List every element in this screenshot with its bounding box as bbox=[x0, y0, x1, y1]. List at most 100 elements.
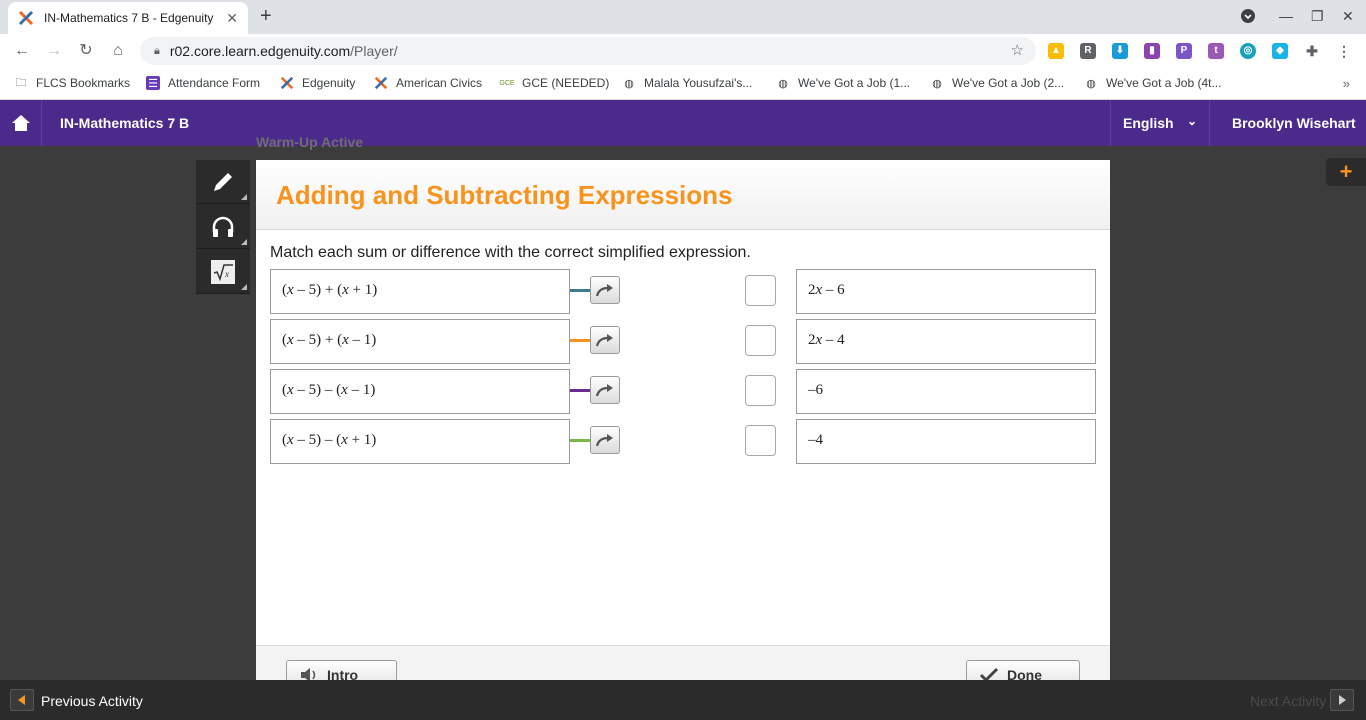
extension-circle-icon[interactable]: ◎ bbox=[1240, 43, 1256, 59]
drop-target-4[interactable] bbox=[745, 425, 776, 456]
browser-tab[interactable]: IN-Mathematics 7 B - Edgenuity ✕ bbox=[8, 2, 248, 34]
bookmark-item[interactable]: GCE GCE (NEEDED) bbox=[499, 76, 609, 90]
drop-target-2[interactable] bbox=[745, 325, 776, 356]
bookmark-item[interactable]: ◍ Malala Yousufzai's... bbox=[622, 76, 752, 90]
bookmark-item[interactable]: 🗀︎ FLCS Bookmarks bbox=[14, 76, 131, 90]
home-icon[interactable]: ⌂ bbox=[108, 41, 128, 61]
curved-arrow-icon bbox=[595, 334, 613, 347]
menu-icon[interactable]: ⋮ bbox=[1336, 43, 1352, 59]
extension-bookmark-icon[interactable]: ⬇ bbox=[1112, 43, 1128, 59]
connector-line bbox=[570, 339, 590, 342]
svg-text:x: x bbox=[224, 269, 229, 279]
gce-icon: GCE bbox=[499, 79, 515, 87]
close-window-icon[interactable]: ✕ bbox=[1342, 8, 1354, 24]
forward-icon[interactable]: → bbox=[44, 41, 64, 61]
extension-r-icon[interactable]: R bbox=[1080, 43, 1096, 59]
activity-nav-bar: Previous Activity Next Activity bbox=[0, 680, 1366, 720]
left-expression-4: (x – 5) – (x + 1) bbox=[270, 419, 570, 464]
chevron-down-icon: ⌄ bbox=[1186, 114, 1197, 128]
folder-icon: 🗀︎ bbox=[15, 76, 27, 89]
bookmark-item[interactable]: ◍ We've Got a Job (2... bbox=[930, 76, 1064, 90]
extension-diamond-icon[interactable]: ◆ bbox=[1272, 43, 1288, 59]
lock-icon: 🔒︎ bbox=[154, 44, 160, 57]
language-select[interactable]: English ⌄ bbox=[1110, 100, 1210, 146]
drop-target-3[interactable] bbox=[745, 375, 776, 406]
connector-line bbox=[570, 439, 590, 442]
pencil-icon bbox=[214, 172, 232, 191]
extension-pdf-icon[interactable]: P bbox=[1176, 43, 1192, 59]
arrow-right-icon bbox=[1339, 695, 1346, 705]
tab-title: IN-Mathematics 7 B - Edgenuity bbox=[44, 11, 214, 25]
tab-strip: IN-Mathematics 7 B - Edgenuity ✕ + — ❐ ✕ bbox=[0, 0, 1366, 34]
edgenuity-logo-icon bbox=[18, 10, 34, 26]
curved-arrow-icon bbox=[595, 284, 613, 297]
drag-handle-4[interactable] bbox=[590, 426, 620, 454]
expand-plus-icon[interactable]: + bbox=[1326, 158, 1366, 186]
tab-search-icon[interactable] bbox=[1240, 8, 1256, 27]
form-icon: ☰ bbox=[146, 76, 160, 90]
bookmark-star-icon[interactable]: ☆ bbox=[1011, 43, 1024, 59]
tool-palette: x bbox=[196, 160, 250, 294]
connector-line bbox=[570, 389, 590, 392]
audio-tool[interactable] bbox=[196, 205, 250, 249]
drop-target-1[interactable] bbox=[745, 275, 776, 306]
square-root-icon: x bbox=[211, 259, 235, 284]
right-expression-1: 2x – 6 bbox=[796, 269, 1096, 314]
left-expression-2: (x – 5) + (x – 1) bbox=[270, 319, 570, 364]
bookmark-item[interactable]: ☰ Attendance Form bbox=[146, 76, 260, 90]
bookmark-item[interactable]: ◍ We've Got a Job (1... bbox=[776, 76, 910, 90]
activity-title: Adding and Subtracting Expressions bbox=[276, 180, 733, 210]
edgenuity-icon bbox=[280, 76, 294, 90]
next-activity-button[interactable] bbox=[1330, 689, 1354, 711]
extension-tw-icon[interactable]: t bbox=[1208, 43, 1224, 59]
home-button[interactable] bbox=[0, 100, 42, 146]
url-text: r02.core.learn.edgenuity.com/Player/ bbox=[169, 43, 398, 59]
bookmark-item[interactable]: Edgenuity bbox=[280, 76, 355, 90]
right-expression-3: –6 bbox=[796, 369, 1096, 414]
google-drive-icon[interactable]: ▲ bbox=[1048, 43, 1064, 59]
curved-arrow-icon bbox=[595, 434, 613, 447]
globe-icon: ◍ bbox=[1086, 77, 1096, 90]
bookmarks-bar: 🗀︎ FLCS Bookmarks ☰ Attendance Form Edgenu… bbox=[0, 68, 1366, 100]
globe-icon: ◍ bbox=[624, 77, 634, 90]
globe-icon: ◍ bbox=[932, 77, 942, 90]
connector-line bbox=[570, 289, 590, 292]
headphones-icon bbox=[212, 216, 234, 237]
new-tab-icon[interactable]: + bbox=[260, 6, 272, 26]
arrow-left-icon bbox=[18, 695, 25, 705]
edgenuity-icon bbox=[374, 76, 388, 90]
close-tab-icon[interactable]: ✕ bbox=[226, 10, 238, 26]
activity-status-text: Warm-Up Active bbox=[256, 134, 364, 150]
back-icon[interactable]: ← bbox=[12, 41, 32, 61]
reload-icon[interactable]: ↻ bbox=[76, 41, 96, 61]
drag-handle-1[interactable] bbox=[590, 276, 620, 304]
left-expression-3: (x – 5) – (x – 1) bbox=[270, 369, 570, 414]
house-icon bbox=[11, 115, 30, 131]
math-tool[interactable]: x bbox=[196, 250, 250, 294]
previous-activity-label[interactable]: Previous Activity bbox=[41, 693, 143, 709]
question-prompt: Match each sum or difference with the co… bbox=[270, 244, 751, 261]
bookmark-item[interactable]: ◍ We've Got a Job (4t... bbox=[1084, 76, 1221, 90]
browser-toolbar: ← → ↻ ⌂ 🔒︎ r02.core.learn.edgenuity.com/… bbox=[0, 34, 1366, 68]
more-bookmarks-icon[interactable]: » bbox=[1343, 76, 1350, 91]
restore-icon[interactable]: ❐ bbox=[1311, 8, 1324, 24]
drag-handle-3[interactable] bbox=[590, 376, 620, 404]
globe-icon: ◍ bbox=[778, 77, 788, 90]
user-name[interactable]: Brooklyn Wisehart bbox=[1232, 115, 1356, 131]
next-activity-label: Next Activity bbox=[1250, 693, 1327, 709]
panel-header: Adding and Subtracting Expressions bbox=[256, 160, 1110, 230]
left-expression-1: (x – 5) + (x + 1) bbox=[270, 269, 570, 314]
bookmark-item[interactable]: American Civics bbox=[374, 76, 482, 90]
address-bar[interactable]: 🔒︎ r02.core.learn.edgenuity.com/Player/ … bbox=[140, 37, 1036, 65]
extension-purple-icon[interactable]: ▮ bbox=[1144, 43, 1160, 59]
minimize-icon[interactable]: — bbox=[1279, 8, 1293, 24]
previous-activity-button[interactable] bbox=[10, 689, 34, 711]
app-header: IN-Mathematics 7 B English ⌄ Brooklyn Wi… bbox=[0, 100, 1366, 146]
pencil-tool[interactable] bbox=[196, 160, 250, 204]
right-expression-4: –4 bbox=[796, 419, 1096, 464]
activity-panel: Adding and Subtracting Expressions Match… bbox=[256, 160, 1110, 690]
drag-handle-2[interactable] bbox=[590, 326, 620, 354]
extensions-puzzle-icon[interactable]: ✚ bbox=[1304, 43, 1320, 59]
right-expression-2: 2x – 4 bbox=[796, 319, 1096, 364]
panel-footer: Intro Done bbox=[256, 645, 1110, 690]
